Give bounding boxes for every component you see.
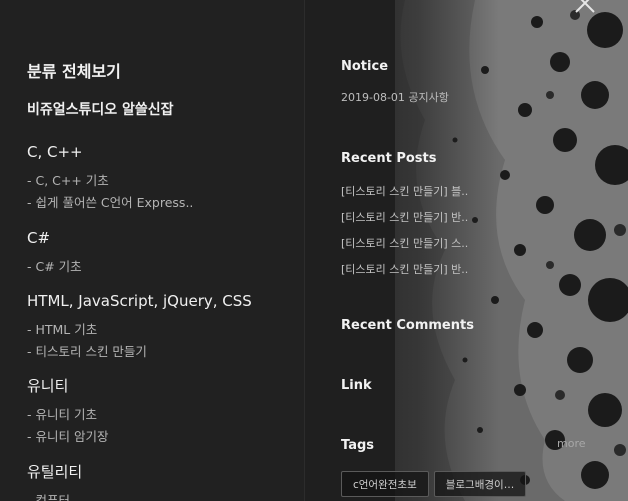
app-window: 분류 전체보기 비쥬얼스튜디오 알쓸신잡 C, C++ - C, C++ 기초 … — [0, 0, 628, 501]
category-title[interactable]: 유틸리티 — [27, 462, 82, 482]
subcategory-item[interactable]: - C, C++ 기초 — [27, 170, 193, 192]
subcategory-list: - C, C++ 기초 - 쉽게 풀어쓴 C언어 Express.. — [27, 170, 193, 214]
category-group: HTML, JavaScript, jQuery, CSS - HTML 기초 … — [27, 291, 252, 363]
link-title: Link — [341, 378, 372, 393]
category-title[interactable]: HTML, JavaScript, jQuery, CSS — [27, 291, 252, 311]
subcategory-item[interactable]: - 쉽게 풀어쓴 C언어 Express.. — [27, 192, 193, 214]
category-group: 비쥬얼스튜디오 알쓸신잡 — [27, 100, 174, 120]
category-title[interactable]: 유니티 — [27, 376, 108, 396]
category-title[interactable]: C, C++ — [27, 142, 193, 162]
recent-post-item[interactable]: [티스토리 스킨 만들기] 반.. — [341, 205, 481, 231]
category-group: 유니티 - 유니티 기초 - 유니티 암기장 — [27, 376, 108, 448]
subcategory-list: - HTML 기초 - 티스토리 스킨 만들기 — [27, 319, 252, 363]
recent-posts-title: Recent Posts — [341, 151, 437, 166]
subcategory-item[interactable]: - 티스토리 스킨 만들기 — [27, 341, 252, 363]
close-icon[interactable] — [572, 0, 600, 16]
recent-post-item[interactable]: [티스토리 스킨 만들기] 반.. — [341, 257, 481, 283]
subcategory-item[interactable]: - HTML 기초 — [27, 319, 252, 341]
recent-comments-title: Recent Comments — [341, 318, 474, 333]
tag-item[interactable]: 블로그배경이… — [433, 471, 527, 497]
subcategory-item[interactable]: - 유니티 기초 — [27, 404, 108, 426]
notice-item[interactable]: 2019-08-01 공지사항 — [341, 89, 449, 105]
category-title[interactable]: 비쥬얼스튜디오 알쓸신잡 — [27, 100, 174, 120]
subcategory-list: - C# 기초 — [27, 256, 82, 278]
recent-post-item[interactable]: [티스토리 스킨 만들기] 블.. — [341, 179, 481, 205]
category-title[interactable]: C# — [27, 228, 82, 248]
tag-item[interactable]: c언어완전초보 — [341, 471, 429, 497]
subcategory-list: - 컴퓨터 — [27, 490, 82, 501]
tags-title: Tags — [341, 438, 375, 453]
category-group: C, C++ - C, C++ 기초 - 쉽게 풀어쓴 C언어 Express.… — [27, 142, 193, 214]
category-panel: 분류 전체보기 비쥬얼스튜디오 알쓸신잡 C, C++ - C, C++ 기초 … — [0, 0, 305, 501]
subcategory-item[interactable]: - 컴퓨터 — [27, 490, 82, 501]
tag-list: c언어완전초보 블로그배경이… — [341, 471, 527, 497]
recent-posts-list: [티스토리 스킨 만들기] 블.. [티스토리 스킨 만들기] 반.. [티스토… — [341, 179, 481, 283]
tags-more-link[interactable]: more — [557, 437, 586, 450]
recent-post-item[interactable]: [티스토리 스킨 만들기] 스.. — [341, 231, 481, 257]
all-categories-link[interactable]: 분류 전체보기 — [27, 58, 121, 82]
category-group: C# - C# 기초 — [27, 228, 82, 278]
subcategory-list: - 유니티 기초 - 유니티 암기장 — [27, 404, 108, 448]
category-group: 유틸리티 - 컴퓨터 — [27, 462, 82, 501]
subcategory-item[interactable]: - C# 기초 — [27, 256, 82, 278]
subcategory-item[interactable]: - 유니티 암기장 — [27, 426, 108, 448]
notice-title: Notice — [341, 59, 389, 74]
